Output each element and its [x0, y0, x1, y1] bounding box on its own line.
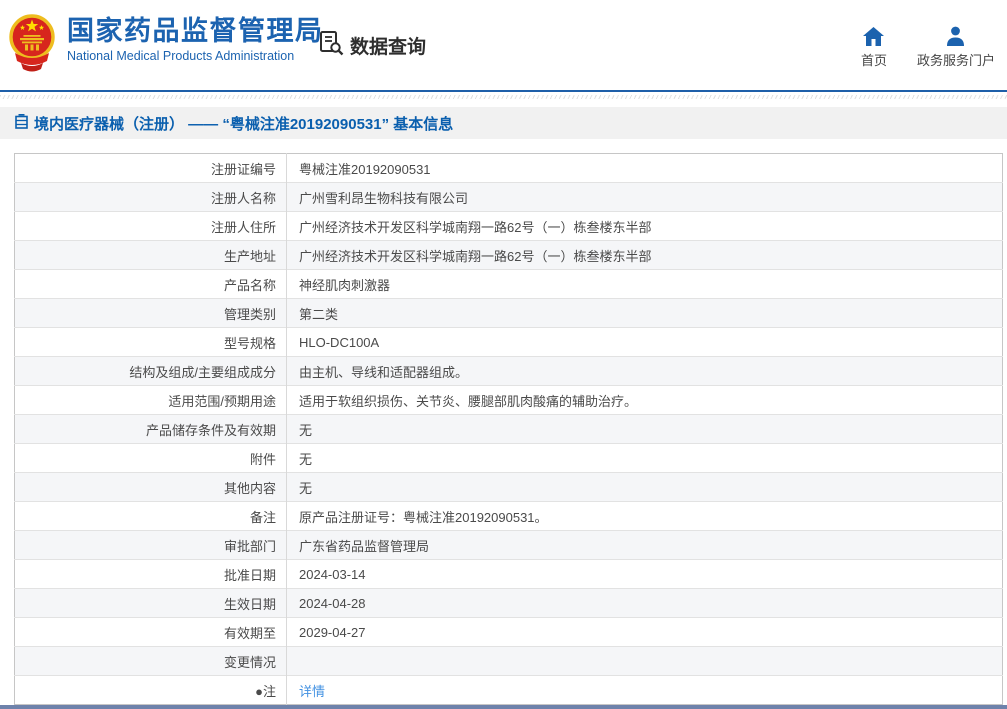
row-value: HLO-DC100A — [286, 327, 1003, 357]
row-value — [286, 646, 1003, 676]
table-row: 注册人名称 广州雪利昂生物科技有限公司 — [14, 182, 1003, 212]
logo-text: 国家药品监督管理局 National Medical Products Admi… — [67, 15, 324, 63]
table-row: 注册人住所 广州经济技术开发区科学城南翔一路62号（一）栋叁楼东半部 — [14, 211, 1003, 241]
user-icon — [945, 26, 966, 46]
row-label: 生产地址 — [14, 240, 287, 270]
row-value: 由主机、导线和适配器组成。 — [286, 356, 1003, 386]
site-header: 国家药品监督管理局 National Medical Products Admi… — [0, 0, 1007, 90]
row-label: 结构及组成/主要组成成分 — [14, 356, 287, 386]
data-query-label: 数据查询 — [350, 37, 427, 58]
row-label: 批准日期 — [14, 559, 287, 589]
row-label: 注册证编号 — [14, 153, 287, 183]
row-value: 2029-04-27 — [286, 617, 1003, 647]
row-label: 注册人名称 — [14, 182, 287, 212]
home-icon — [863, 26, 885, 46]
details-link[interactable]: 详情 — [299, 684, 325, 699]
row-label: 变更情况 — [14, 646, 287, 676]
table-row: 注册证编号 粤械注准20192090531 — [14, 153, 1003, 183]
document-icon — [15, 113, 28, 133]
row-label: 适用范围/预期用途 — [14, 385, 287, 415]
row-value: 广州经济技术开发区科学城南翔一路62号（一）栋叁楼东半部 — [286, 211, 1003, 241]
row-value: 无 — [286, 472, 1003, 502]
row-value: 广东省药品监督管理局 — [286, 530, 1003, 560]
table-row: 生效日期 2024-04-28 — [14, 588, 1003, 618]
row-label: 有效期至 — [14, 617, 287, 647]
row-value: 粤械注准20192090531 — [299, 161, 431, 177]
row-label: 型号规格 — [14, 327, 287, 357]
nav-home[interactable]: 首页 — [861, 26, 887, 69]
page-title: 境内医疗器械（注册） —— “粤械注准20192090531” 基本信息 — [34, 115, 454, 133]
row-value: 广州经济技术开发区科学城南翔一路62号（一）栋叁楼东半部 — [286, 240, 1003, 270]
footer-bar — [0, 705, 1007, 709]
info-table-body: 注册证编号 粤械注准20192090531 注册人名称 广州雪利昂生物科技有限公… — [14, 153, 1003, 705]
table-row: 其他内容 无 — [14, 472, 1003, 502]
row-label: 产品储存条件及有效期 — [14, 414, 287, 444]
row-label: 管理类别 — [14, 298, 287, 328]
table-row: 适用范围/预期用途 适用于软组织损伤、关节炎、腰腿部肌肉酸痛的辅助治疗。 — [14, 385, 1003, 415]
row-label: ●注 — [14, 675, 287, 705]
row-value: 无 — [286, 443, 1003, 473]
row-label: 附件 — [14, 443, 287, 473]
row-label: 其他内容 — [14, 472, 287, 502]
table-row: 审批部门 广东省药品监督管理局 — [14, 530, 1003, 560]
row-value: 2024-04-28 — [286, 588, 1003, 618]
row-label: 产品名称 — [14, 269, 287, 299]
row-label: 生效日期 — [14, 588, 287, 618]
row-label: 备注 — [14, 501, 287, 531]
row-value: 神经肌肉刺激器 — [286, 269, 1003, 299]
row-value: 2024-03-14 — [286, 559, 1003, 589]
table-row: 产品储存条件及有效期 无 — [14, 414, 1003, 444]
table-row: 产品名称 神经肌肉刺激器 — [14, 269, 1003, 299]
table-row: 批准日期 2024-03-14 — [14, 559, 1003, 589]
table-row: 型号规格 HLO-DC100A — [14, 327, 1003, 357]
table-row: 管理类别 第二类 — [14, 298, 1003, 328]
row-value: 广州雪利昂生物科技有限公司 — [286, 182, 1003, 212]
row-value: 第二类 — [286, 298, 1003, 328]
data-query-section[interactable]: 数据查询 — [318, 29, 426, 62]
registration-info-table: 注册证编号 粤械注准20192090531 注册人名称 广州雪利昂生物科技有限公… — [14, 153, 1003, 705]
table-row: 变更情况 — [14, 646, 1003, 676]
row-value: 详情 — [286, 675, 1003, 705]
national-emblem-logo — [9, 14, 55, 72]
row-value: 无 — [286, 414, 1003, 444]
row-label: 注册人住所 — [14, 211, 287, 241]
nav-home-label: 首页 — [860, 53, 887, 68]
agency-title: 国家药品监督管理局 — [67, 16, 324, 46]
table-row: 备注 原产品注册证号：粤械注准20192090531。 — [14, 501, 1003, 531]
table-row: 结构及组成/主要组成成分 由主机、导线和适配器组成。 — [14, 356, 1003, 386]
table-row: 附件 无 — [14, 443, 1003, 473]
row-value: 原产品注册证号：粤械注准20192090531。 — [286, 501, 1003, 531]
table-row: 生产地址 广州经济技术开发区科学城南翔一路62号（一）栋叁楼东半部 — [14, 240, 1003, 270]
agency-subtitle: National Medical Products Administration — [67, 49, 295, 64]
page-title-bar: 境内医疗器械（注册） —— “粤械注准20192090531” 基本信息 — [0, 107, 1007, 139]
nav-gov-portal[interactable]: 政务服务门户 — [917, 26, 995, 69]
table-row: ●注 详情 — [14, 675, 1003, 705]
nav-gov-portal-label: 政务服务门户 — [916, 53, 995, 68]
document-search-icon — [318, 29, 345, 62]
row-label: 审批部门 — [14, 530, 287, 560]
table-row: 有效期至 2029-04-27 — [14, 617, 1003, 647]
top-nav: 首页 政务服务门户 — [861, 26, 995, 69]
row-value: 适用于软组织损伤、关节炎、腰腿部肌肉酸痛的辅助治疗。 — [286, 385, 1003, 415]
